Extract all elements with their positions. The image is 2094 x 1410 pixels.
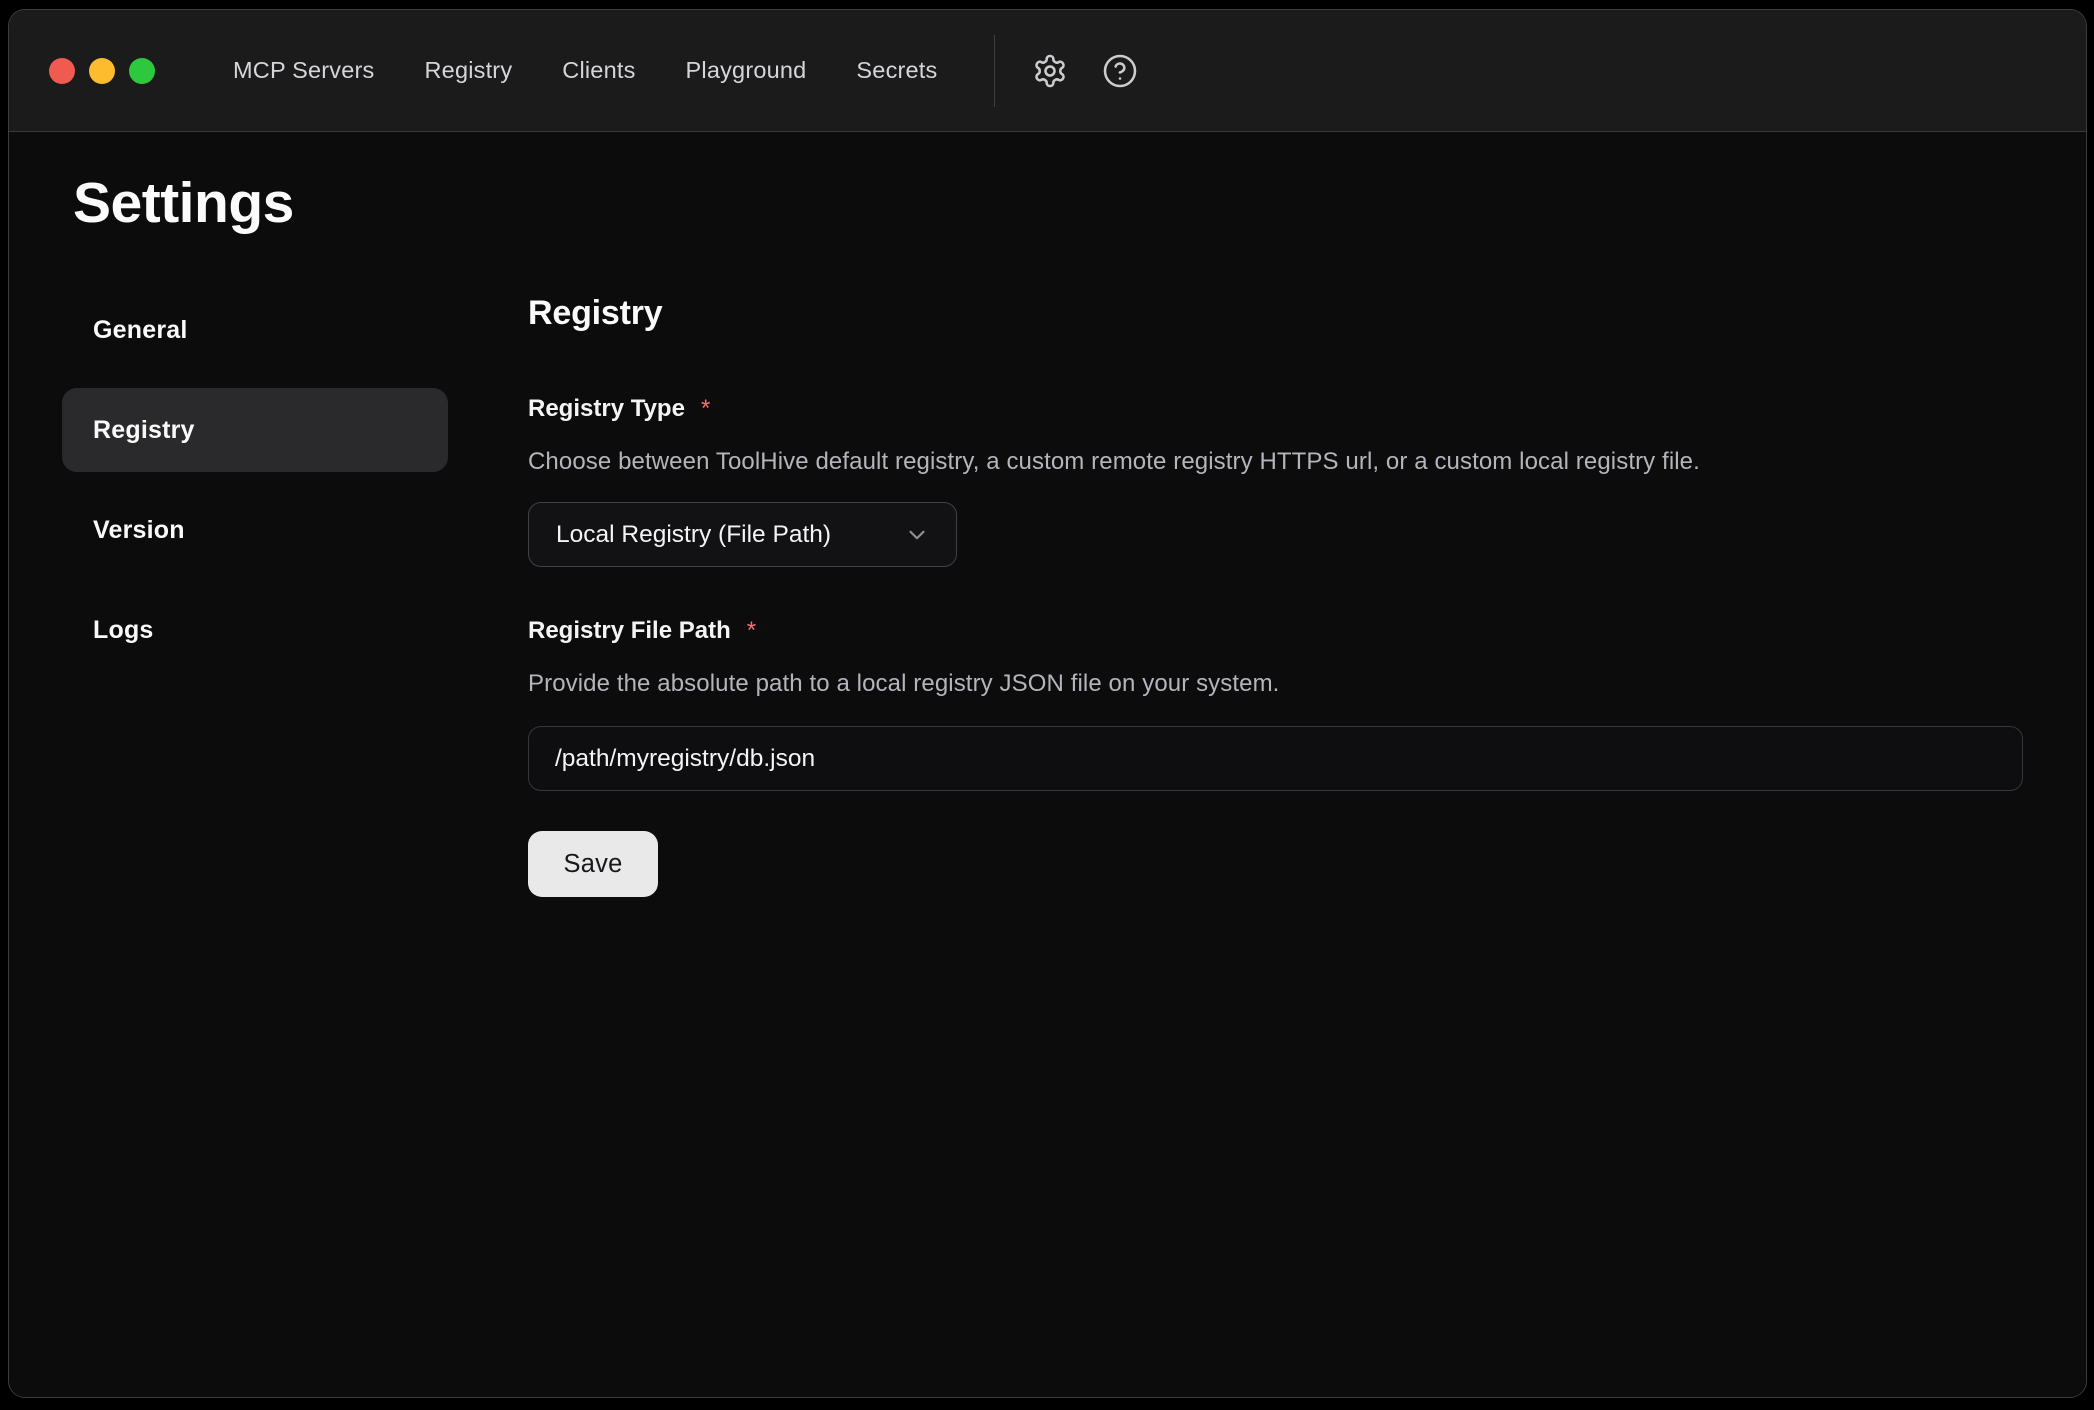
nav-item-mcp-servers[interactable]: MCP Servers: [233, 57, 375, 84]
settings-page: Settings General Registry Version Logs R…: [9, 132, 2086, 1397]
zoom-button[interactable]: [129, 58, 155, 84]
nav-item-registry[interactable]: Registry: [425, 57, 513, 84]
settings-sidebar: General Registry Version Logs: [62, 288, 448, 897]
section-title: Registry: [528, 294, 2023, 333]
nav-item-clients[interactable]: Clients: [562, 57, 635, 84]
sidebar-item-registry[interactable]: Registry: [62, 388, 448, 472]
app-window: MCP Servers Registry Clients Playground …: [8, 9, 2087, 1398]
save-button[interactable]: Save: [528, 831, 658, 897]
main-nav: MCP Servers Registry Clients Playground …: [233, 57, 938, 84]
registry-file-path-field: Registry File Path *: [528, 617, 2023, 645]
nav-item-playground[interactable]: Playground: [686, 57, 807, 84]
registry-file-path-input[interactable]: [528, 726, 2023, 791]
sidebar-item-general[interactable]: General: [62, 288, 448, 372]
traffic-lights: [49, 58, 155, 84]
close-button[interactable]: [49, 58, 75, 84]
titlebar-divider: [994, 35, 995, 107]
nav-item-secrets[interactable]: Secrets: [856, 57, 937, 84]
help-circle-icon: [1102, 53, 1138, 89]
gear-icon: [1032, 53, 1068, 89]
page-title: Settings: [73, 170, 2086, 236]
registry-settings-panel: Registry Registry Type * Choose between …: [528, 288, 2086, 897]
registry-type-label: Registry Type: [528, 395, 685, 423]
required-asterisk: *: [701, 395, 710, 421]
sidebar-item-version[interactable]: Version: [62, 488, 448, 572]
registry-type-description: Choose between ToolHive default registry…: [528, 448, 2023, 476]
minimize-button[interactable]: [89, 58, 115, 84]
titlebar: MCP Servers Registry Clients Playground …: [9, 10, 2086, 132]
registry-type-field: Registry Type *: [528, 395, 2023, 423]
chevron-down-icon: [886, 522, 930, 548]
registry-type-select[interactable]: Local Registry (File Path): [528, 502, 957, 567]
registry-file-path-description: Provide the absolute path to a local reg…: [528, 670, 2023, 698]
help-button[interactable]: [1101, 52, 1139, 90]
titlebar-icons: [1031, 52, 1139, 90]
registry-file-path-label: Registry File Path: [528, 617, 731, 645]
registry-type-value: Local Registry (File Path): [556, 521, 831, 549]
required-asterisk: *: [747, 617, 756, 643]
settings-gear-button[interactable]: [1031, 52, 1069, 90]
sidebar-item-logs[interactable]: Logs: [62, 588, 448, 672]
